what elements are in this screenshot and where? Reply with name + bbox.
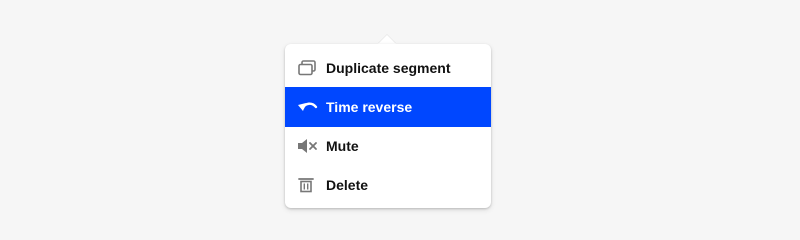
canvas: Duplicate segment Time reverse Mute Dele… [0, 0, 800, 240]
menu-item-label: Delete [326, 177, 369, 193]
speaker-muted-icon [297, 136, 321, 156]
menu-caret [378, 35, 396, 44]
menu-item-label: Time reverse [326, 99, 413, 115]
menu-item-duplicate-segment[interactable]: Duplicate segment [285, 48, 491, 88]
menu-item-label: Mute [326, 138, 359, 154]
menu-item-mute[interactable]: Mute [285, 126, 491, 166]
duplicate-icon [297, 58, 321, 78]
context-menu: Duplicate segment Time reverse Mute Dele… [285, 44, 491, 208]
undo-arrow-icon [297, 97, 321, 117]
trash-icon [297, 175, 321, 195]
menu-item-time-reverse[interactable]: Time reverse [285, 87, 491, 127]
menu-item-label: Duplicate segment [326, 60, 451, 76]
menu-item-delete[interactable]: Delete [285, 165, 491, 205]
